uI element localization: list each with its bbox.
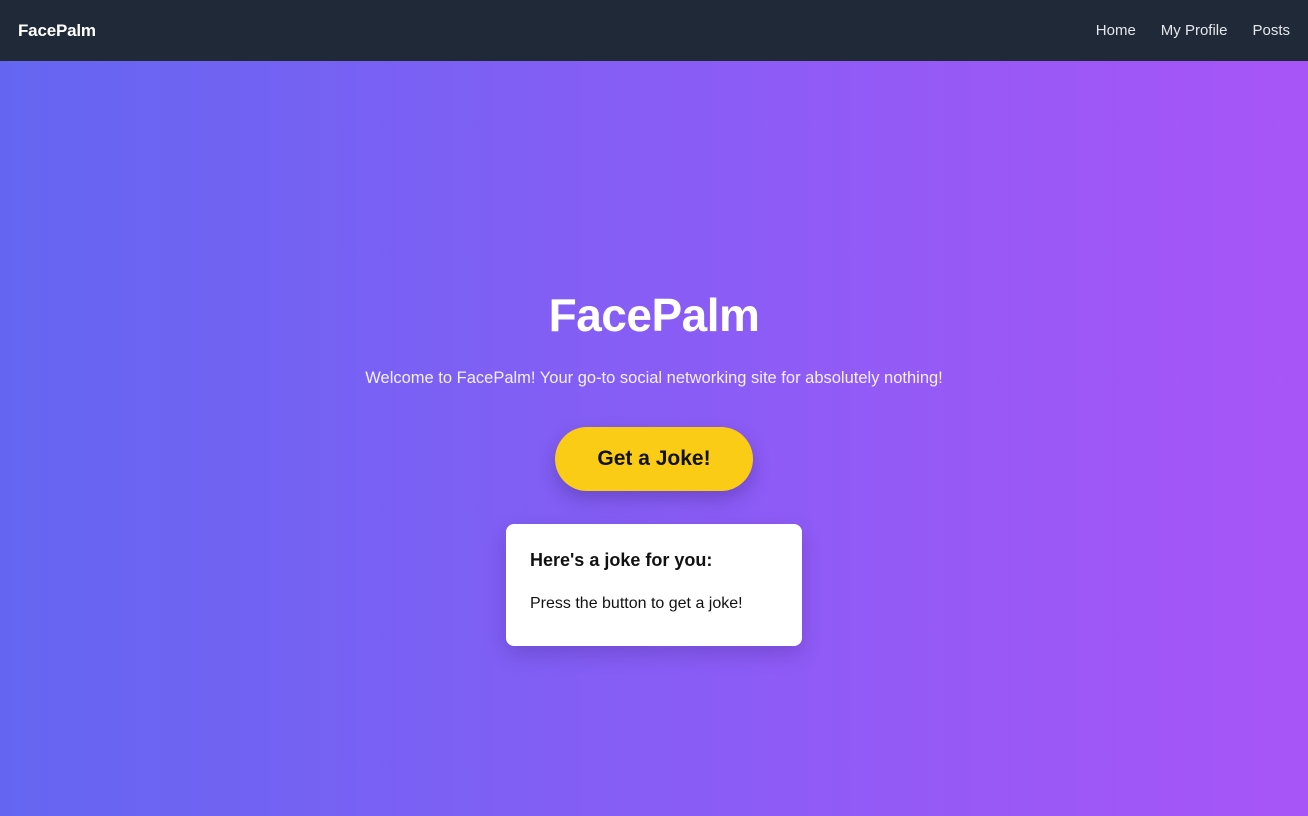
- brand-logo-link[interactable]: FacePalm: [18, 21, 96, 41]
- hero-subtitle: Welcome to FacePalm! Your go-to social n…: [365, 369, 943, 387]
- joke-card-heading: Here's a joke for you:: [530, 550, 713, 570]
- hero-section: FacePalm Welcome to FacePalm! Your go-to…: [0, 61, 1308, 816]
- joke-text: Press the button to get a joke!: [530, 595, 743, 612]
- nav-links: Home My Profile Posts: [1071, 22, 1290, 39]
- top-navbar: FacePalm Home My Profile Posts: [0, 0, 1308, 61]
- hero-title: FacePalm: [548, 289, 760, 341]
- nav-link-my-profile[interactable]: My Profile: [1161, 22, 1228, 39]
- joke-card: Here's a joke for you: Press the button …: [506, 524, 802, 646]
- nav-link-home[interactable]: Home: [1096, 22, 1136, 39]
- get-joke-button[interactable]: Get a Joke!: [555, 427, 753, 491]
- nav-link-posts[interactable]: Posts: [1252, 22, 1290, 39]
